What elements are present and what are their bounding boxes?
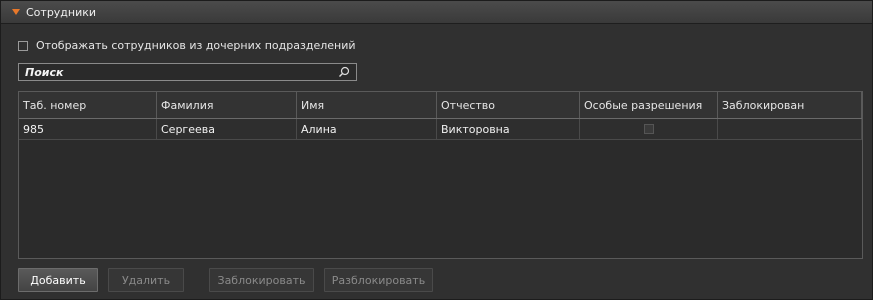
unblock-button[interactable]: Разблокировать (324, 268, 433, 292)
column-header-tab-number[interactable]: Таб. номер (19, 92, 157, 118)
search-box[interactable] (18, 63, 357, 81)
add-button[interactable]: Добавить (18, 268, 98, 292)
cell-special-permissions (580, 119, 718, 139)
column-header-last-name[interactable]: Фамилия (157, 92, 297, 118)
column-header-blocked[interactable]: Заблокирован (718, 92, 862, 118)
special-permissions-checkbox[interactable] (643, 124, 654, 134)
include-children-label: Отображать сотрудников из дочерних подра… (36, 39, 356, 52)
table-header: Таб. номер Фамилия Имя Отчество Особые р… (19, 92, 862, 119)
employees-panel: Сотрудники Отображать сотрудников из доч… (0, 0, 873, 300)
cell-last-name: Сергеева (157, 119, 297, 139)
cell-blocked (718, 119, 862, 139)
cell-first-name: Алина (297, 119, 437, 139)
include-children-checkbox[interactable] (18, 40, 28, 51)
delete-button[interactable]: Удалить (108, 268, 184, 292)
include-children-option[interactable]: Отображать сотрудников из дочерних подра… (18, 39, 356, 52)
employees-table[interactable]: Таб. номер Фамилия Имя Отчество Особые р… (18, 91, 863, 259)
column-header-middle-name[interactable]: Отчество (437, 92, 580, 118)
cell-middle-name: Викторовна (437, 119, 580, 139)
collapse-arrow-icon[interactable] (12, 9, 20, 15)
cell-tab-number: 985 (19, 119, 157, 139)
panel-title: Сотрудники (26, 5, 97, 19)
column-header-special-permissions[interactable]: Особые разрешения (580, 92, 718, 118)
search-icon[interactable] (336, 64, 352, 80)
block-button[interactable]: Заблокировать (209, 268, 314, 292)
search-input[interactable] (19, 64, 336, 80)
column-header-first-name[interactable]: Имя (297, 92, 437, 118)
table-row[interactable]: 985 Сергеева Алина Викторовна (19, 119, 862, 140)
panel-header[interactable]: Сотрудники (1, 1, 872, 24)
